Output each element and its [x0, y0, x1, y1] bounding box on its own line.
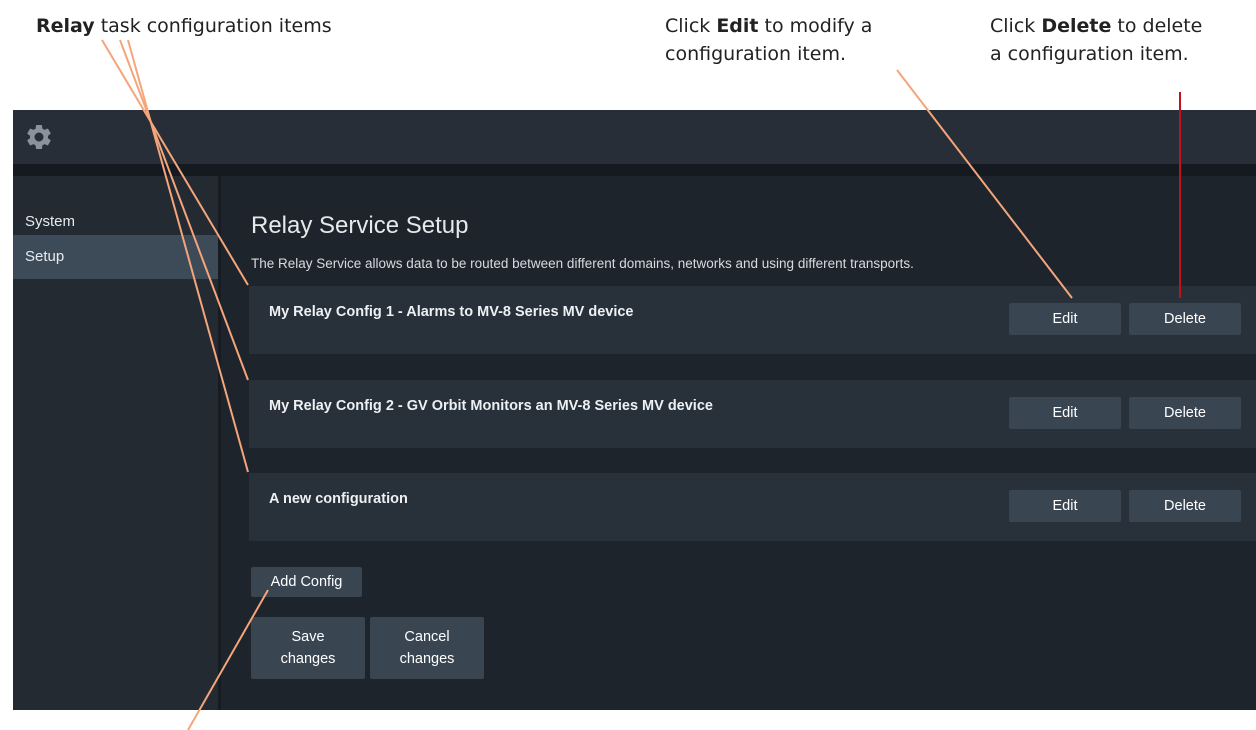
- edit-button[interactable]: Edit: [1009, 303, 1121, 335]
- config-item-title: My Relay Config 2 - GV Orbit Monitors an…: [269, 398, 713, 414]
- top-bar: [13, 110, 1256, 164]
- config-item-title: My Relay Config 1 - Alarms to MV-8 Serie…: [269, 304, 634, 320]
- callout-relay-items: Relay task configuration items: [36, 12, 332, 40]
- callout-delete-pre: Click: [990, 15, 1042, 37]
- callout-delete: Click Delete to delete a configuration i…: [990, 12, 1202, 68]
- config-item: My Relay Config 1 - Alarms to MV-8 Serie…: [249, 286, 1256, 354]
- top-bar-divider: [13, 164, 1256, 176]
- edit-button[interactable]: Edit: [1009, 397, 1121, 429]
- gear-icon[interactable]: [24, 122, 54, 152]
- callout-edit-pre: Click: [665, 15, 717, 37]
- callout-delete-bold: Delete: [1041, 15, 1112, 37]
- callout-delete-line2: a configuration item.: [990, 43, 1189, 65]
- delete-button[interactable]: Delete: [1129, 303, 1241, 335]
- app-window: System Setup Relay Service Setup The Rel…: [13, 110, 1256, 710]
- callout-edit-bold: Edit: [716, 15, 759, 37]
- delete-button[interactable]: Delete: [1129, 490, 1241, 522]
- callout-relay-text: task configuration items: [94, 15, 332, 37]
- cancel-changes-button[interactable]: Cancel changes: [370, 617, 484, 679]
- edit-button[interactable]: Edit: [1009, 490, 1121, 522]
- callout-delete-post: to delete: [1111, 15, 1203, 37]
- save-changes-button[interactable]: Save changes: [251, 617, 365, 679]
- callout-edit-line2: configuration item.: [665, 43, 847, 65]
- sidebar-item-setup[interactable]: Setup: [13, 235, 218, 279]
- cancel-button-line1: Cancel: [404, 629, 450, 645]
- add-config-button[interactable]: Add Config: [251, 567, 362, 597]
- page-title: Relay Service Setup: [251, 212, 469, 239]
- save-button-line2: changes: [280, 651, 336, 667]
- callout-edit-post: to modify a: [758, 15, 873, 37]
- callout-relay-bold: Relay: [36, 15, 95, 37]
- page-description: The Relay Service allows data to be rout…: [251, 256, 914, 271]
- callout-edit: Click Edit to modify a configuration ite…: [665, 12, 872, 68]
- cancel-button-line2: changes: [399, 651, 455, 667]
- sidebar: System Setup: [13, 176, 221, 710]
- config-item: My Relay Config 2 - GV Orbit Monitors an…: [249, 380, 1256, 448]
- config-item: A new configuration Edit Delete: [249, 473, 1256, 541]
- delete-button[interactable]: Delete: [1129, 397, 1241, 429]
- config-item-title: A new configuration: [269, 491, 408, 507]
- save-button-line1: Save: [291, 629, 325, 645]
